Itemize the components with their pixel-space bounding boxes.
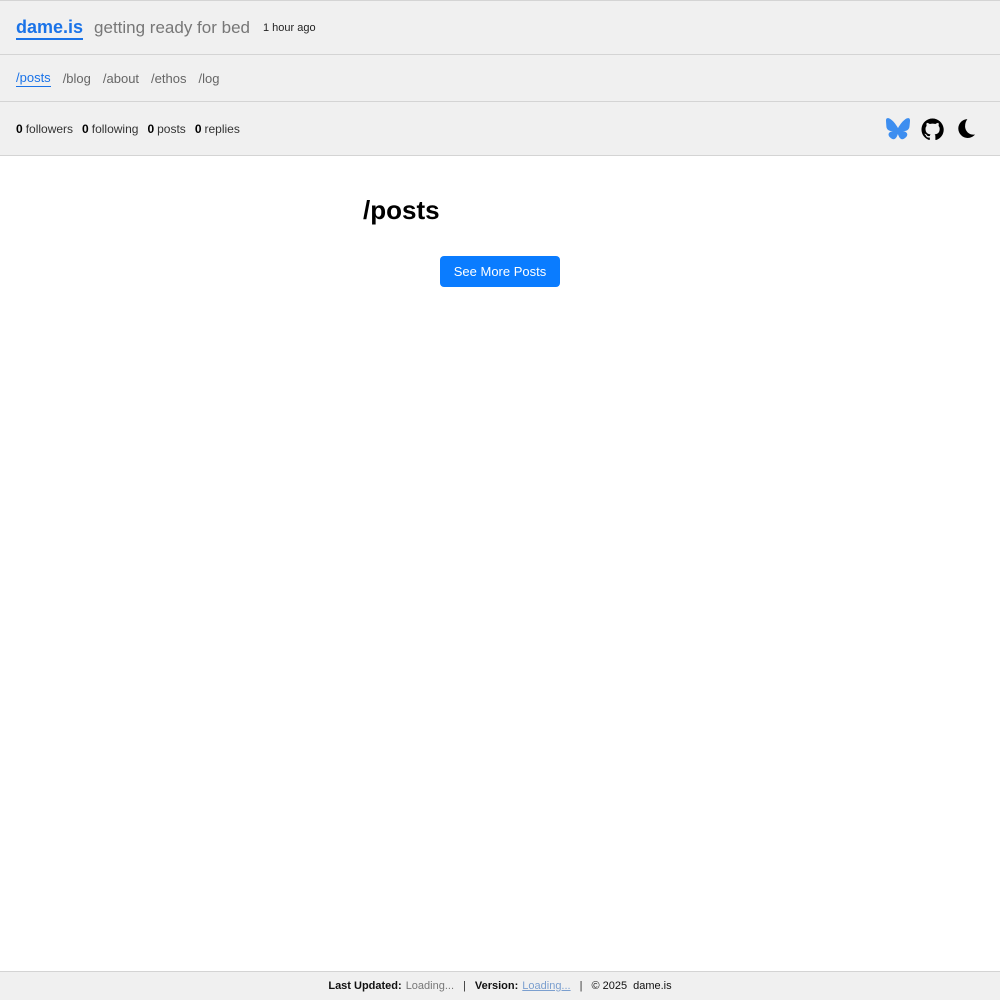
site-footer: Last Updated: Loading... | Version: Load…: [0, 971, 1000, 1000]
nav-link-posts[interactable]: /posts: [16, 70, 51, 87]
last-updated-value: Loading...: [405, 980, 455, 992]
nav-link-log[interactable]: /log: [198, 71, 219, 87]
nav-link-ethos[interactable]: /ethos: [151, 71, 186, 87]
version-label: Version:: [474, 980, 519, 992]
replies-count: 0: [194, 121, 202, 136]
copyright-text: © 2025: [591, 980, 628, 992]
footer-separator: |: [463, 980, 466, 992]
see-more-posts-button[interactable]: See More Posts: [440, 256, 560, 287]
last-updated-label: Last Updated:: [328, 980, 402, 992]
following-stat[interactable]: 0 following: [82, 122, 138, 136]
nav-bar: /posts /blog /about /ethos /log: [0, 54, 1000, 102]
followers-label: followers: [25, 121, 74, 136]
stats-bar: 0 followers 0 following 0 posts 0 replies: [0, 101, 1000, 156]
site-header: dame.is getting ready for bed 1 hour ago: [0, 0, 1000, 55]
posts-count: 0: [147, 121, 155, 136]
following-label: following: [91, 121, 139, 136]
replies-stat[interactable]: 0 replies: [195, 122, 240, 136]
following-count: 0: [82, 121, 89, 136]
posts-label: posts: [157, 121, 186, 136]
dark-mode-moon-icon[interactable]: [954, 117, 978, 141]
bluesky-butterfly-icon[interactable]: [886, 117, 910, 141]
social-icons: [876, 102, 978, 156]
replies-label: replies: [204, 121, 240, 136]
followers-stat[interactable]: 0 followers: [16, 122, 73, 136]
followers-count: 0: [16, 121, 23, 136]
site-title-link[interactable]: dame.is: [16, 17, 84, 40]
page-title: /posts: [363, 195, 440, 225]
posts-stat[interactable]: 0 posts: [147, 122, 185, 136]
footer-site-name: dame.is: [633, 980, 672, 992]
github-icon[interactable]: [920, 117, 944, 141]
footer-separator: |: [579, 980, 583, 992]
nav-link-about[interactable]: /about: [103, 71, 139, 87]
status-text: getting ready for bed: [94, 18, 250, 37]
status-timestamp: 1 hour ago: [263, 22, 316, 34]
version-link[interactable]: Loading...: [522, 980, 570, 992]
nav-link-blog[interactable]: /blog: [63, 71, 91, 87]
